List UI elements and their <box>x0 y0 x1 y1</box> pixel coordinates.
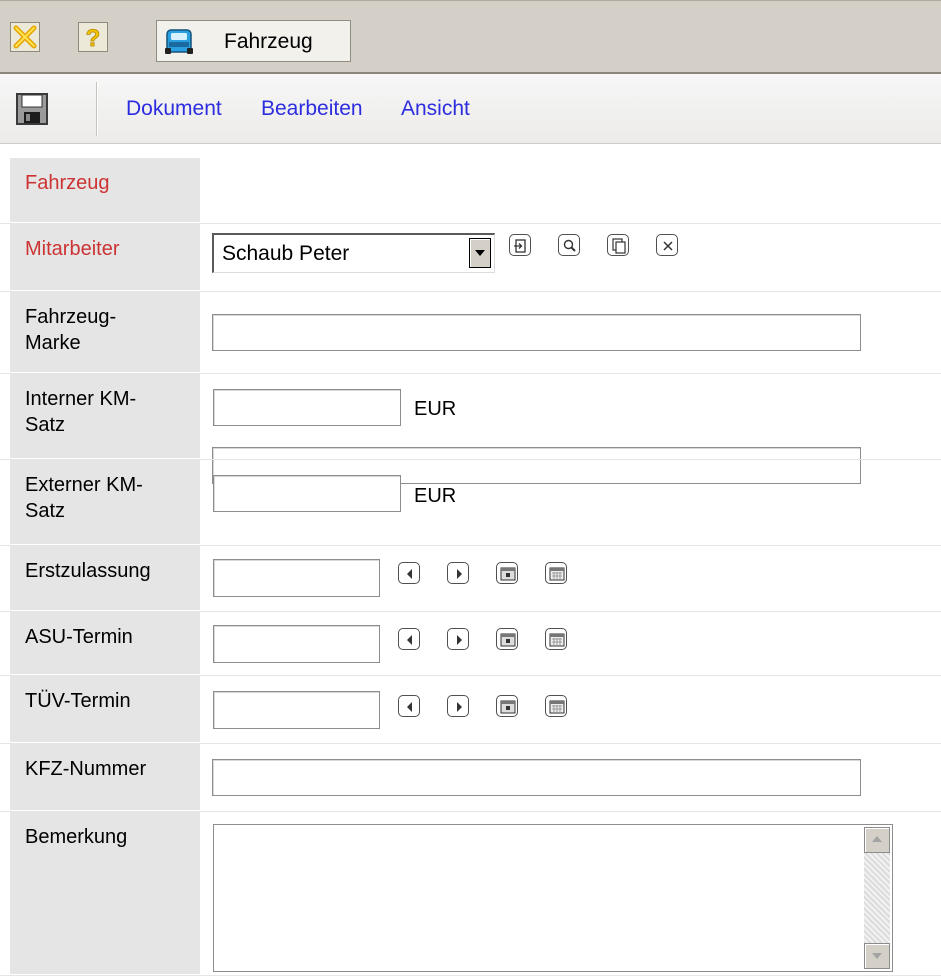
search-icon[interactable] <box>558 234 580 256</box>
save-icon[interactable] <box>14 91 50 127</box>
menu-bar: Dokument Bearbeiten Ansicht <box>0 74 941 144</box>
next-day-icon[interactable] <box>447 562 469 584</box>
menu-separator <box>96 82 98 136</box>
calendar-icon[interactable] <box>545 695 567 717</box>
close-icon[interactable] <box>10 22 40 52</box>
label-fahrzeug: Fahrzeug <box>10 158 200 223</box>
label-kfz: KFZ-Nummer <box>10 744 200 811</box>
title-bar: ? Fahrzeug <box>0 0 941 74</box>
row-erstzulassung: Erstzulassung <box>0 546 941 612</box>
row-km-intern: Interner KM- Satz <box>0 374 941 460</box>
chevron-down-icon[interactable] <box>469 238 491 268</box>
clear-icon[interactable] <box>656 234 678 256</box>
scroll-up-icon[interactable] <box>864 827 890 853</box>
calendar-icon[interactable] <box>545 628 567 650</box>
km-intern-input[interactable] <box>213 389 401 426</box>
help-icon[interactable]: ? <box>78 22 108 52</box>
car-icon <box>162 26 196 56</box>
today-icon[interactable] <box>496 695 518 717</box>
tuev-termin-input[interactable] <box>213 691 380 729</box>
bemerkung-textarea[interactable] <box>213 824 893 972</box>
mitarbeiter-select[interactable]: Schaub Peter <box>212 233 495 273</box>
erstzulassung-input[interactable] <box>213 559 380 597</box>
label-km-intern: Interner KM- Satz <box>10 374 200 459</box>
today-icon[interactable] <box>496 628 518 650</box>
prev-day-icon[interactable] <box>398 628 420 650</box>
row-km-extern: Externer KM- Satz <box>0 460 941 546</box>
label-asu: ASU-Termin <box>10 612 200 675</box>
calendar-icon[interactable] <box>545 562 567 584</box>
tab-title: Fahrzeug <box>224 30 313 53</box>
label-erstzulassung: Erstzulassung <box>10 546 200 611</box>
row-marke: Fahrzeug- Marke <box>0 292 941 374</box>
mitarbeiter-selected-value: Schaub Peter <box>222 242 350 265</box>
row-asu: ASU-Termin <box>0 612 941 676</box>
asu-termin-input[interactable] <box>213 625 380 663</box>
svg-text:?: ? <box>86 25 101 51</box>
label-tuev: TÜV-Termin <box>10 676 200 743</box>
km-intern-unit: EUR <box>414 398 457 420</box>
next-day-icon[interactable] <box>447 628 469 650</box>
next-day-icon[interactable] <box>447 695 469 717</box>
label-km-extern: Externer KM- Satz <box>10 460 200 545</box>
copy-icon[interactable] <box>607 234 629 256</box>
menu-ansicht[interactable]: Ansicht <box>401 97 470 121</box>
km-extern-input[interactable] <box>213 475 401 512</box>
menu-dokument[interactable]: Dokument <box>126 97 222 121</box>
prev-day-icon[interactable] <box>398 695 420 717</box>
row-fahrzeug: Fahrzeug <box>0 158 941 224</box>
open-record-icon[interactable] <box>509 234 531 256</box>
row-tuev: TÜV-Termin <box>0 676 941 744</box>
km-extern-unit: EUR <box>414 485 457 507</box>
prev-day-icon[interactable] <box>398 562 420 584</box>
tab-fahrzeug[interactable]: Fahrzeug <box>156 20 351 62</box>
scroll-down-icon[interactable] <box>864 943 890 969</box>
menu-bearbeiten[interactable]: Bearbeiten <box>261 97 363 121</box>
label-marke: Fahrzeug- Marke <box>10 292 200 373</box>
label-bemerkung: Bemerkung <box>10 812 200 975</box>
today-icon[interactable] <box>496 562 518 584</box>
label-mitarbeiter: Mitarbeiter <box>10 224 200 291</box>
kfz-nummer-input[interactable] <box>212 759 861 796</box>
